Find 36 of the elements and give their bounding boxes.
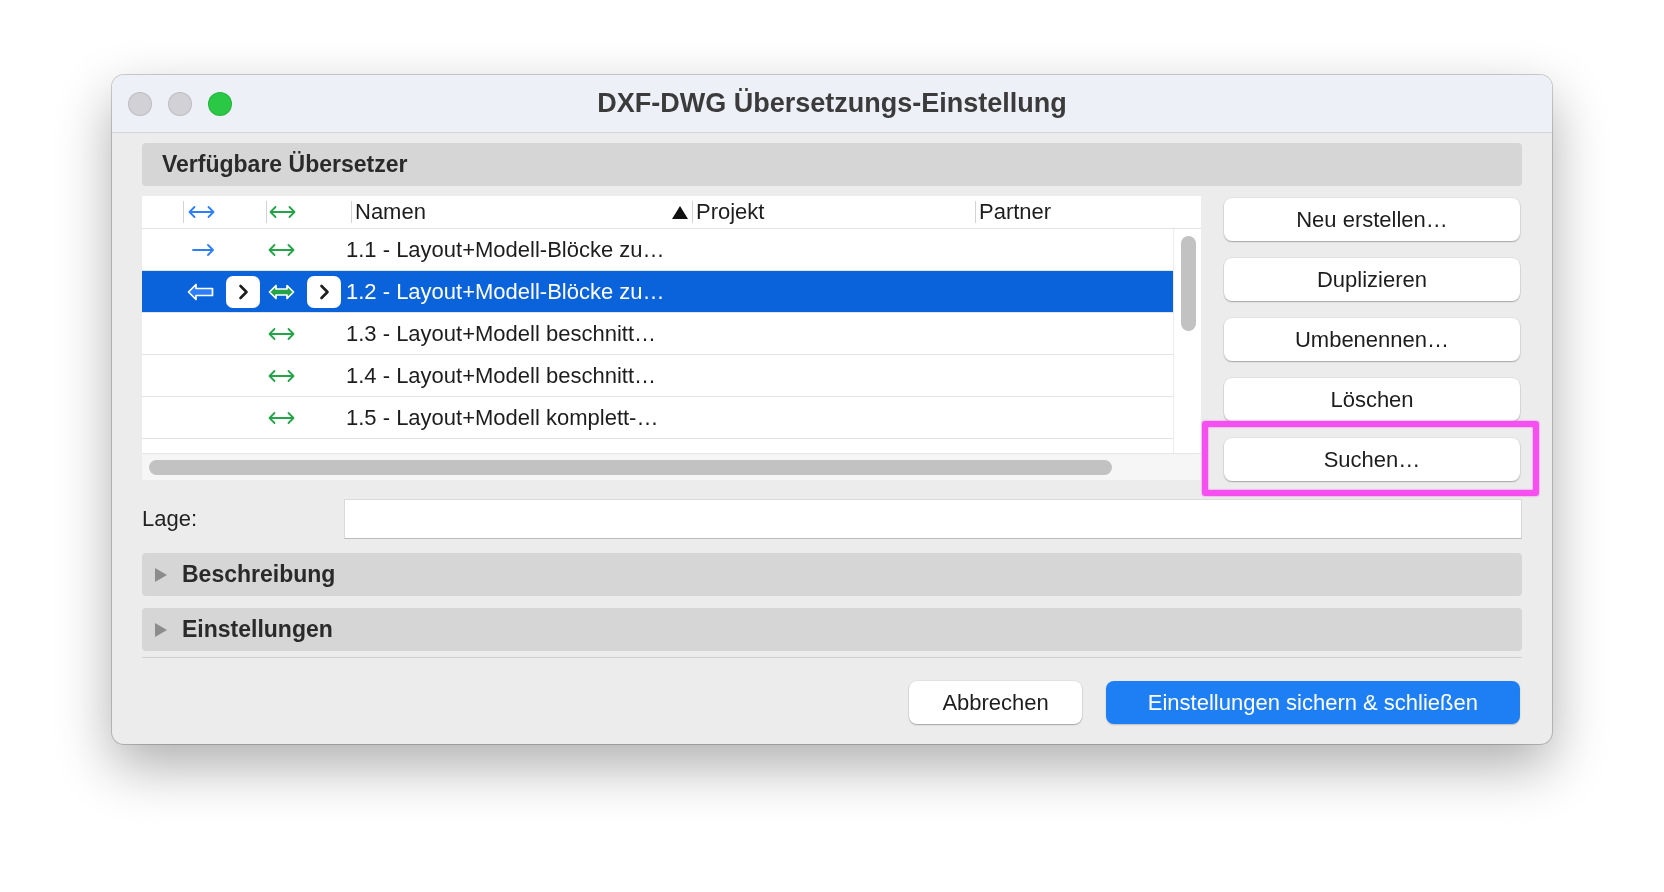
search-button[interactable]: Suchen… xyxy=(1224,438,1520,481)
column-header[interactable]: Projekt xyxy=(696,199,765,225)
table-cell: 1.1 - Layout+Modell-Blöcke zu… xyxy=(346,236,665,262)
rename-button[interactable]: Umbenennen… xyxy=(1224,318,1520,361)
double-arrow-icon xyxy=(268,410,295,425)
double-arrow-icon xyxy=(268,326,295,341)
double-arrow-icon xyxy=(268,368,295,383)
left-arrow-icon xyxy=(187,282,214,301)
double-arrow-icon xyxy=(268,282,295,301)
duplicate-button[interactable]: Duplizieren xyxy=(1224,258,1520,301)
table-cell: 1.5 - Layout+Modell komplett-… xyxy=(346,404,659,430)
save-button[interactable]: Einstellungen sichern & schließen xyxy=(1105,681,1520,724)
section-header: Verfügbare Übersetzer xyxy=(142,143,1522,186)
cancel-button[interactable]: Abbrechen xyxy=(909,681,1082,724)
zoom-button[interactable] xyxy=(208,91,232,116)
table-cell: 1.2 - Layout+Modell-Blöcke zu… xyxy=(346,278,665,304)
table-row[interactable]: 1.2 - Layout+Modell-Blöcke zu… xyxy=(142,271,1173,313)
horizontal-scrollbar[interactable] xyxy=(149,460,1112,475)
vertical-scrollbar[interactable] xyxy=(1181,236,1196,331)
location-field[interactable] xyxy=(344,499,1522,539)
close-button[interactable] xyxy=(128,91,152,116)
table-cell: 1.3 - Layout+Modell beschnitt… xyxy=(346,320,656,346)
right-arrow-icon xyxy=(192,242,214,257)
disclosure-button[interactable]: Beschreibung xyxy=(142,553,1522,596)
field-label: Lage: xyxy=(142,506,198,532)
chevron-icon[interactable] xyxy=(307,275,341,308)
double-arrow-icon xyxy=(268,242,295,257)
column-header[interactable]: Partner xyxy=(979,199,1052,225)
chevron-icon[interactable] xyxy=(226,275,260,308)
minimize-button[interactable] xyxy=(168,91,192,116)
delete-button[interactable]: Löschen xyxy=(1224,378,1520,421)
new-button[interactable]: Neu erstellen… xyxy=(1224,198,1520,241)
column-header[interactable]: Namen xyxy=(355,199,426,225)
window-title: DXF-DWG Übersetzungs-Einstellung xyxy=(597,88,1067,119)
table-cell: 1.4 - Layout+Modell beschnitt… xyxy=(346,362,656,388)
disclosure-button[interactable]: Einstellungen xyxy=(142,608,1522,651)
